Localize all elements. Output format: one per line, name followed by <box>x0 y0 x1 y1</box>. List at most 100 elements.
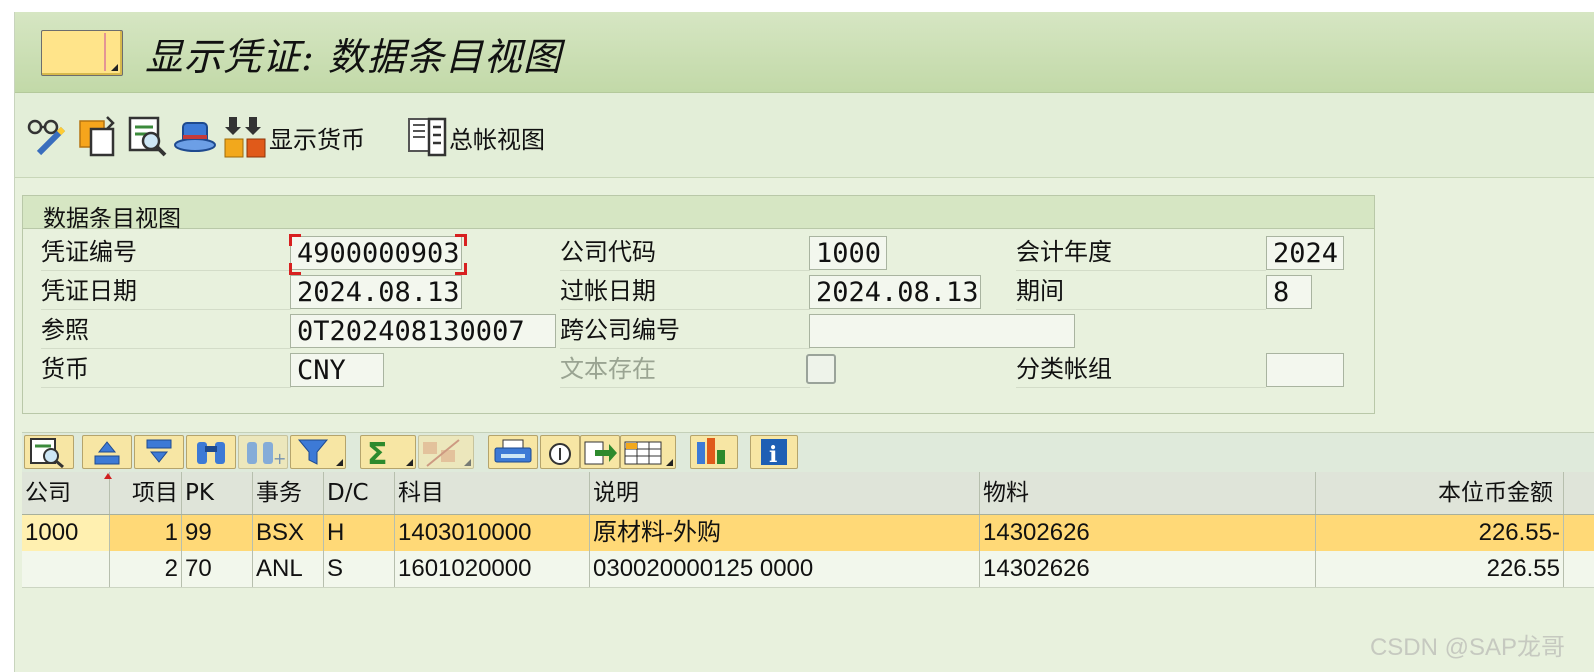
column-header-description[interactable]: 说明 <box>590 472 980 514</box>
export-button[interactable] <box>580 435 620 469</box>
details-button[interactable] <box>24 435 74 469</box>
ledger-group-label: 分类帐组 <box>1016 351 1266 388</box>
cell-description[interactable]: 030020000125 0000 <box>590 551 980 587</box>
group-title: 数据条目视图 <box>43 206 181 232</box>
posting-date-field[interactable]: 2024.08.13 <box>809 275 981 309</box>
reference-label: 参照 <box>41 312 291 349</box>
svg-text:Σ: Σ <box>367 437 388 468</box>
glasses-pencil-icon <box>27 119 66 156</box>
table-header: 公司 项目 PK 事务 D/C 科目 说明 物料 本位币金额 <box>22 472 1594 515</box>
text-exists-label: 文本存在 <box>560 351 810 388</box>
cell-item[interactable]: 1 <box>110 515 182 551</box>
copy-button[interactable] <box>77 115 119 159</box>
layout-button[interactable] <box>620 435 676 469</box>
sort-ascending-button[interactable] <box>82 435 132 469</box>
cell-company[interactable] <box>22 551 110 587</box>
sort-descending-button[interactable] <box>134 435 184 469</box>
table-row[interactable]: 1000 1 99 BSX H 1403010000 原材料-外购 143026… <box>22 515 1594 552</box>
column-header-company[interactable]: 公司 <box>22 472 110 514</box>
info-button[interactable]: i <box>750 435 798 469</box>
focus-corner <box>455 234 467 246</box>
graphic-icon <box>697 438 725 464</box>
posting-date-label: 过帐日期 <box>560 273 810 310</box>
column-header-dc[interactable]: D/C <box>324 472 395 514</box>
general-ledger-view-button[interactable]: 总帐视图 <box>407 115 545 159</box>
details-icon <box>30 438 64 468</box>
filter-button[interactable] <box>290 435 346 469</box>
filter-icon <box>297 439 329 465</box>
layout-icon <box>624 441 662 465</box>
cell-material[interactable]: 14302626 <box>980 551 1316 587</box>
cell-company[interactable]: 1000 <box>22 515 110 551</box>
subtotal-button[interactable] <box>418 435 474 469</box>
find-next-button[interactable]: + <box>238 435 288 469</box>
column-header-amount[interactable]: 本位币金额 <box>1316 472 1564 514</box>
display-currency-icon <box>224 117 266 158</box>
focus-corner <box>289 234 301 246</box>
period-field[interactable]: 8 <box>1266 275 1312 309</box>
hat-button[interactable] <box>173 115 217 159</box>
column-header-pk[interactable]: PK <box>182 472 253 514</box>
general-ledger-view-label: 总帐视图 <box>449 125 545 154</box>
cell-amount[interactable]: 226.55- <box>1316 515 1564 551</box>
change-display-button[interactable] <box>25 115 71 159</box>
cell-pk[interactable]: 99 <box>182 515 253 551</box>
currency-label: 货币 <box>41 351 291 388</box>
sap-window: 显示凭证: 数据条目视图 显示货币 总帐视图 数据条目视图 凭证编号 49000… <box>14 12 1594 672</box>
display-currency-button[interactable]: 显示货币 <box>223 115 365 159</box>
cell-account[interactable]: 1403010000 <box>395 515 590 551</box>
cell-transaction[interactable]: ANL <box>253 551 324 587</box>
menu-icon[interactable] <box>41 30 123 76</box>
ledger-group-field[interactable] <box>1266 353 1344 387</box>
focus-corner <box>455 263 467 275</box>
cell-amount[interactable]: 226.55 <box>1316 551 1564 587</box>
column-header-transaction[interactable]: 事务 <box>253 472 324 514</box>
reference-field[interactable]: 0T202408130007 <box>290 314 556 348</box>
find-next-icon: + <box>247 442 286 468</box>
find-icon <box>197 442 225 464</box>
cross-company-label: 跨公司编号 <box>560 312 810 349</box>
cell-account[interactable]: 1601020000 <box>395 551 590 587</box>
doc-number-label: 凭证编号 <box>41 234 291 271</box>
sum-button[interactable]: Σ <box>360 435 416 469</box>
graphic-button[interactable] <box>690 435 738 469</box>
sort-descending-icon <box>146 439 172 463</box>
cell-dc[interactable]: H <box>324 515 395 551</box>
doc-date-field[interactable]: 2024.08.13 <box>290 275 462 309</box>
general-ledger-icon <box>408 117 447 157</box>
text-exists-checkbox[interactable] <box>806 354 836 384</box>
cell-transaction[interactable]: BSX <box>253 515 324 551</box>
column-header-account[interactable]: 科目 <box>395 472 590 514</box>
company-code-field[interactable]: 1000 <box>809 236 887 270</box>
watermark: CSDN @SAP龙哥 <box>1369 634 1565 661</box>
cell-dc[interactable]: S <box>324 551 395 587</box>
print-button[interactable] <box>488 435 538 469</box>
subtotal-icon <box>423 439 460 467</box>
display-document-button[interactable] <box>127 115 169 159</box>
column-header-material[interactable]: 物料 <box>980 472 1316 514</box>
currency-field[interactable]: CNY <box>290 353 384 387</box>
print-icon <box>494 439 532 463</box>
find-button[interactable] <box>186 435 236 469</box>
group-header: 数据条目视图 <box>23 196 1374 232</box>
application-toolbar: 显示货币 总帐视图 <box>15 93 1594 178</box>
svg-text:i: i <box>769 442 777 468</box>
display-currency-label: 显示货币 <box>269 125 365 154</box>
hat-icon <box>174 122 216 152</box>
fiscal-year-label: 会计年度 <box>1016 234 1266 271</box>
export-icon <box>584 441 617 465</box>
fiscal-year-field[interactable]: 2024 <box>1266 236 1344 270</box>
document-search-icon <box>128 116 167 157</box>
cross-company-field[interactable] <box>809 314 1075 348</box>
svg-text:+: + <box>273 449 286 468</box>
views-button[interactable] <box>540 435 580 469</box>
table-row[interactable]: 2 70 ANL S 1601020000 030020000125 0000 … <box>22 551 1594 588</box>
cell-pk[interactable]: 70 <box>182 551 253 587</box>
cell-material[interactable]: 14302626 <box>980 515 1316 551</box>
cell-description[interactable]: 原材料-外购 <box>590 515 980 551</box>
doc-number-field[interactable]: 4900000903 <box>290 236 462 270</box>
cell-item[interactable]: 2 <box>110 551 182 587</box>
info-icon: i <box>761 439 787 468</box>
column-header-item[interactable]: 项目 <box>110 472 182 514</box>
title-bar: 显示凭证: 数据条目视图 <box>15 12 1594 93</box>
